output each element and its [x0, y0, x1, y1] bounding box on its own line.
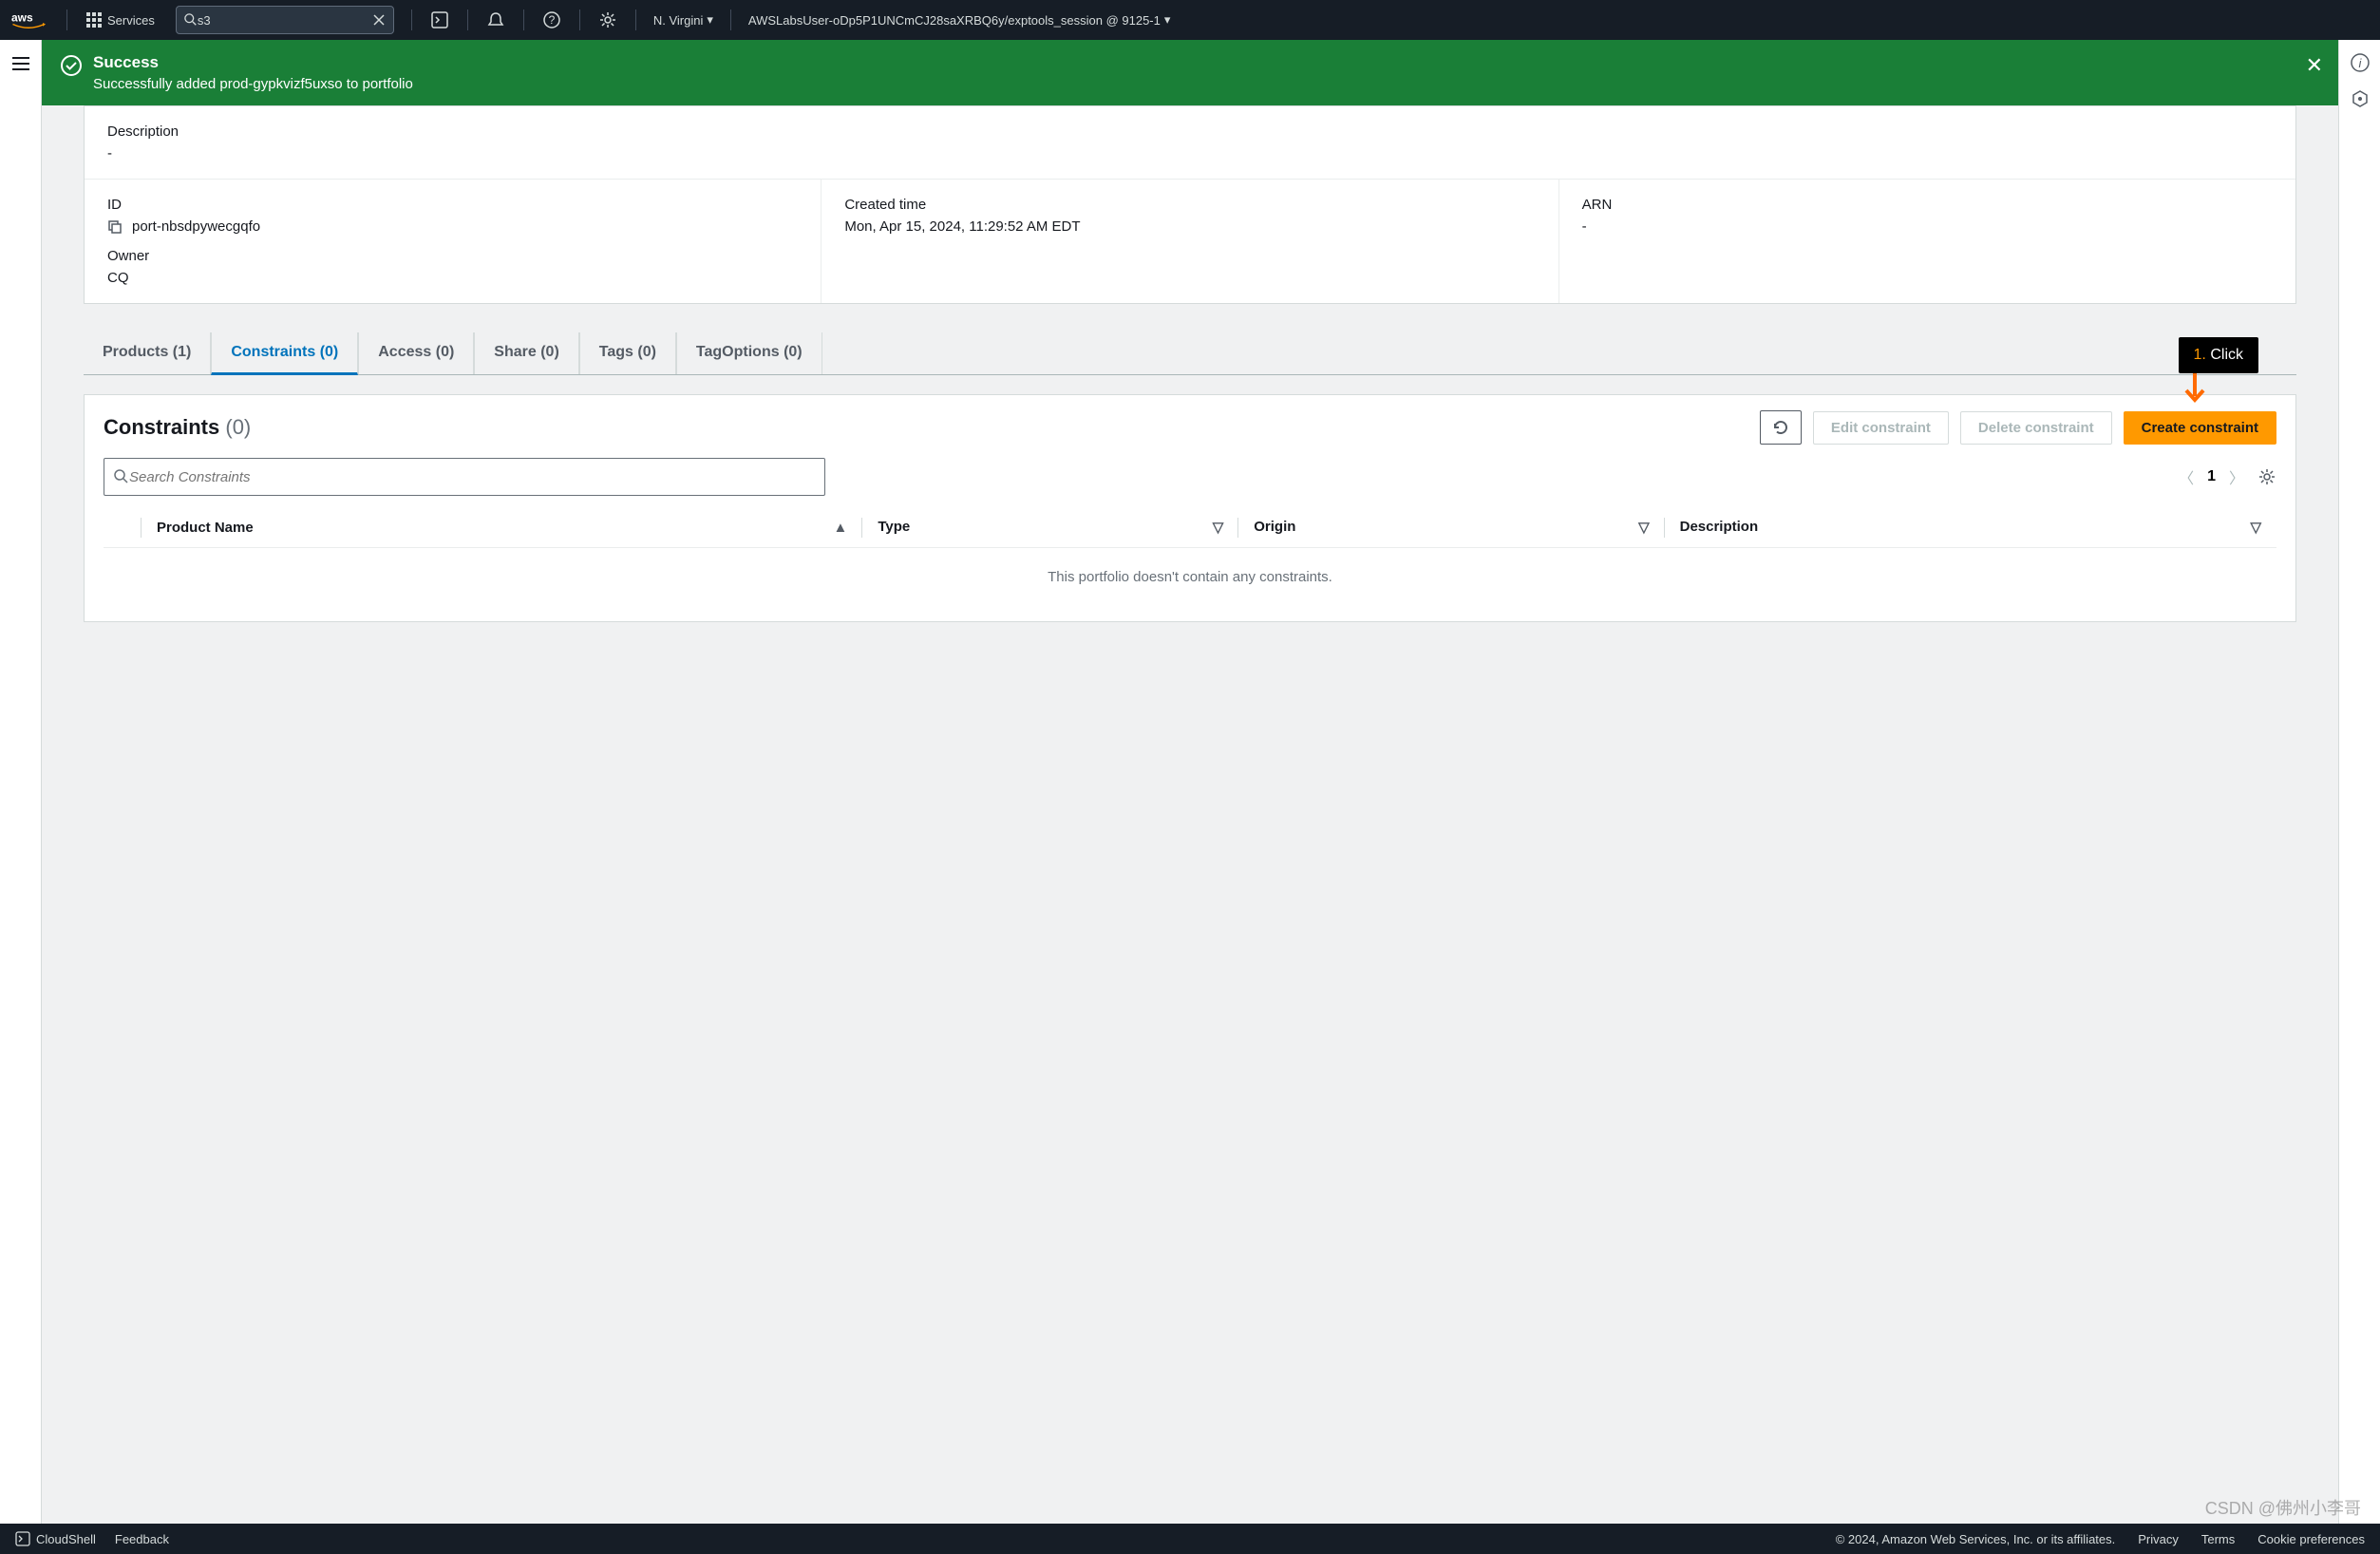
table-settings-icon[interactable] — [2257, 467, 2276, 486]
feedback-link[interactable]: Feedback — [115, 1532, 169, 1546]
success-banner: Success Successfully added prod-gypkvizf… — [42, 40, 2338, 105]
tab-products[interactable]: Products (1) — [84, 332, 211, 374]
search-icon — [114, 469, 129, 484]
banner-message: Successfully added prod-gypkvizf5uxso to… — [93, 76, 2319, 92]
caret-down-icon: ▾ — [707, 12, 713, 28]
search-icon — [184, 13, 198, 27]
info-icon[interactable]: i — [2351, 53, 2370, 72]
search-input[interactable] — [198, 13, 372, 28]
portfolio-details-panel: Description - ID port-nbsdpywecgqfo Owne… — [84, 105, 2296, 304]
tab-access[interactable]: Access (0) — [358, 332, 474, 374]
page-number: 1 — [2207, 468, 2216, 485]
svg-text:?: ? — [549, 13, 556, 27]
clear-search-icon[interactable] — [372, 13, 386, 27]
svg-text:i: i — [2358, 56, 2362, 70]
svg-text:aws: aws — [11, 11, 33, 25]
created-value: Mon, Apr 15, 2024, 11:29:52 AM EDT — [844, 218, 1535, 235]
constraints-title: Constraints (0) — [104, 415, 251, 440]
hexagon-icon[interactable] — [2351, 89, 2370, 108]
owner-label: Owner — [107, 248, 798, 264]
next-page-icon[interactable]: 〉 — [2229, 465, 2244, 488]
prev-page-icon[interactable]: 〈 — [2179, 465, 2194, 488]
refresh-icon — [1772, 419, 1789, 436]
col-description[interactable]: Description▽ — [1665, 507, 2276, 548]
right-rail: i — [2338, 40, 2380, 1524]
id-label: ID — [107, 197, 798, 213]
footer: CloudShell Feedback © 2024, Amazon Web S… — [0, 1524, 2380, 1554]
cookies-link[interactable]: Cookie preferences — [2257, 1532, 2365, 1546]
description-label: Description — [107, 123, 2273, 140]
owner-value: CQ — [107, 270, 798, 286]
privacy-link[interactable]: Privacy — [2138, 1532, 2179, 1546]
services-label: Services — [107, 13, 155, 28]
search-constraints-input[interactable] — [129, 469, 815, 485]
tab-constraints[interactable]: Constraints (0) — [211, 332, 358, 375]
terms-link[interactable]: Terms — [2201, 1532, 2235, 1546]
banner-title: Success — [93, 53, 2319, 72]
delete-constraint-button[interactable]: Delete constraint — [1960, 411, 2112, 445]
empty-message: This portfolio doesn't contain any const… — [104, 548, 2276, 607]
menu-toggle-icon[interactable] — [12, 53, 29, 1524]
success-check-icon — [61, 55, 82, 76]
col-origin[interactable]: Origin▽ — [1238, 507, 1664, 548]
region-selector[interactable]: N. Virgini ▾ — [646, 7, 721, 33]
settings-icon[interactable] — [590, 6, 626, 34]
sort-icon: ▽ — [1213, 519, 1224, 536]
tab-tagoptions[interactable]: TagOptions (0) — [676, 332, 822, 374]
constraints-table: Product Name▲ Type▽ Origin▽ Description▽… — [104, 507, 2276, 606]
account-selector[interactable]: AWSLabsUser-oDp5P1UNCmCJ28saXRBQ6y/expto… — [741, 7, 1179, 33]
sort-icon: ▽ — [2250, 519, 2261, 536]
sort-asc-icon: ▲ — [834, 520, 848, 536]
tab-share[interactable]: Share (0) — [474, 332, 578, 374]
services-button[interactable]: Services — [77, 7, 164, 33]
help-icon[interactable]: ? — [534, 6, 570, 34]
id-value: port-nbsdpywecgqfo — [132, 218, 260, 235]
search-constraints-wrapper — [104, 458, 825, 496]
search-container — [176, 6, 394, 34]
edit-constraint-button[interactable]: Edit constraint — [1813, 411, 1949, 445]
copyright-text: © 2024, Amazon Web Services, Inc. or its… — [1836, 1532, 2116, 1546]
aws-logo[interactable]: aws — [11, 9, 46, 30]
cloudshell-icon[interactable] — [422, 6, 458, 34]
col-product-name[interactable]: Product Name▲ — [142, 507, 862, 548]
caret-down-icon: ▾ — [1164, 12, 1171, 28]
instruction-tooltip: 1. Click — [2179, 337, 2258, 404]
description-value: - — [107, 145, 2273, 161]
left-rail — [0, 40, 42, 1524]
close-banner-icon[interactable]: ✕ — [2306, 53, 2323, 78]
sort-icon: ▽ — [1638, 519, 1650, 536]
nav-separator — [66, 9, 67, 30]
grid-icon — [86, 12, 102, 28]
tab-tags[interactable]: Tags (0) — [579, 332, 676, 374]
col-type[interactable]: Type▽ — [862, 507, 1238, 548]
create-constraint-button[interactable]: Create constraint — [2124, 411, 2276, 445]
arn-value: - — [1582, 218, 2273, 235]
notifications-icon[interactable] — [478, 6, 514, 34]
cloudshell-link[interactable]: CloudShell — [15, 1531, 96, 1546]
arn-label: ARN — [1582, 197, 2273, 213]
top-navigation: aws Services ? N. Virgini ▾ AWSLabsUser-… — [0, 0, 2380, 40]
refresh-button[interactable] — [1760, 410, 1802, 445]
created-label: Created time — [844, 197, 1535, 213]
constraints-card: Constraints (0) Edit constraint Delete c… — [84, 394, 2296, 622]
arrow-down-icon — [2179, 371, 2258, 404]
tabs: Products (1) Constraints (0) Access (0) … — [84, 332, 2296, 375]
copy-id-icon[interactable] — [107, 219, 123, 235]
